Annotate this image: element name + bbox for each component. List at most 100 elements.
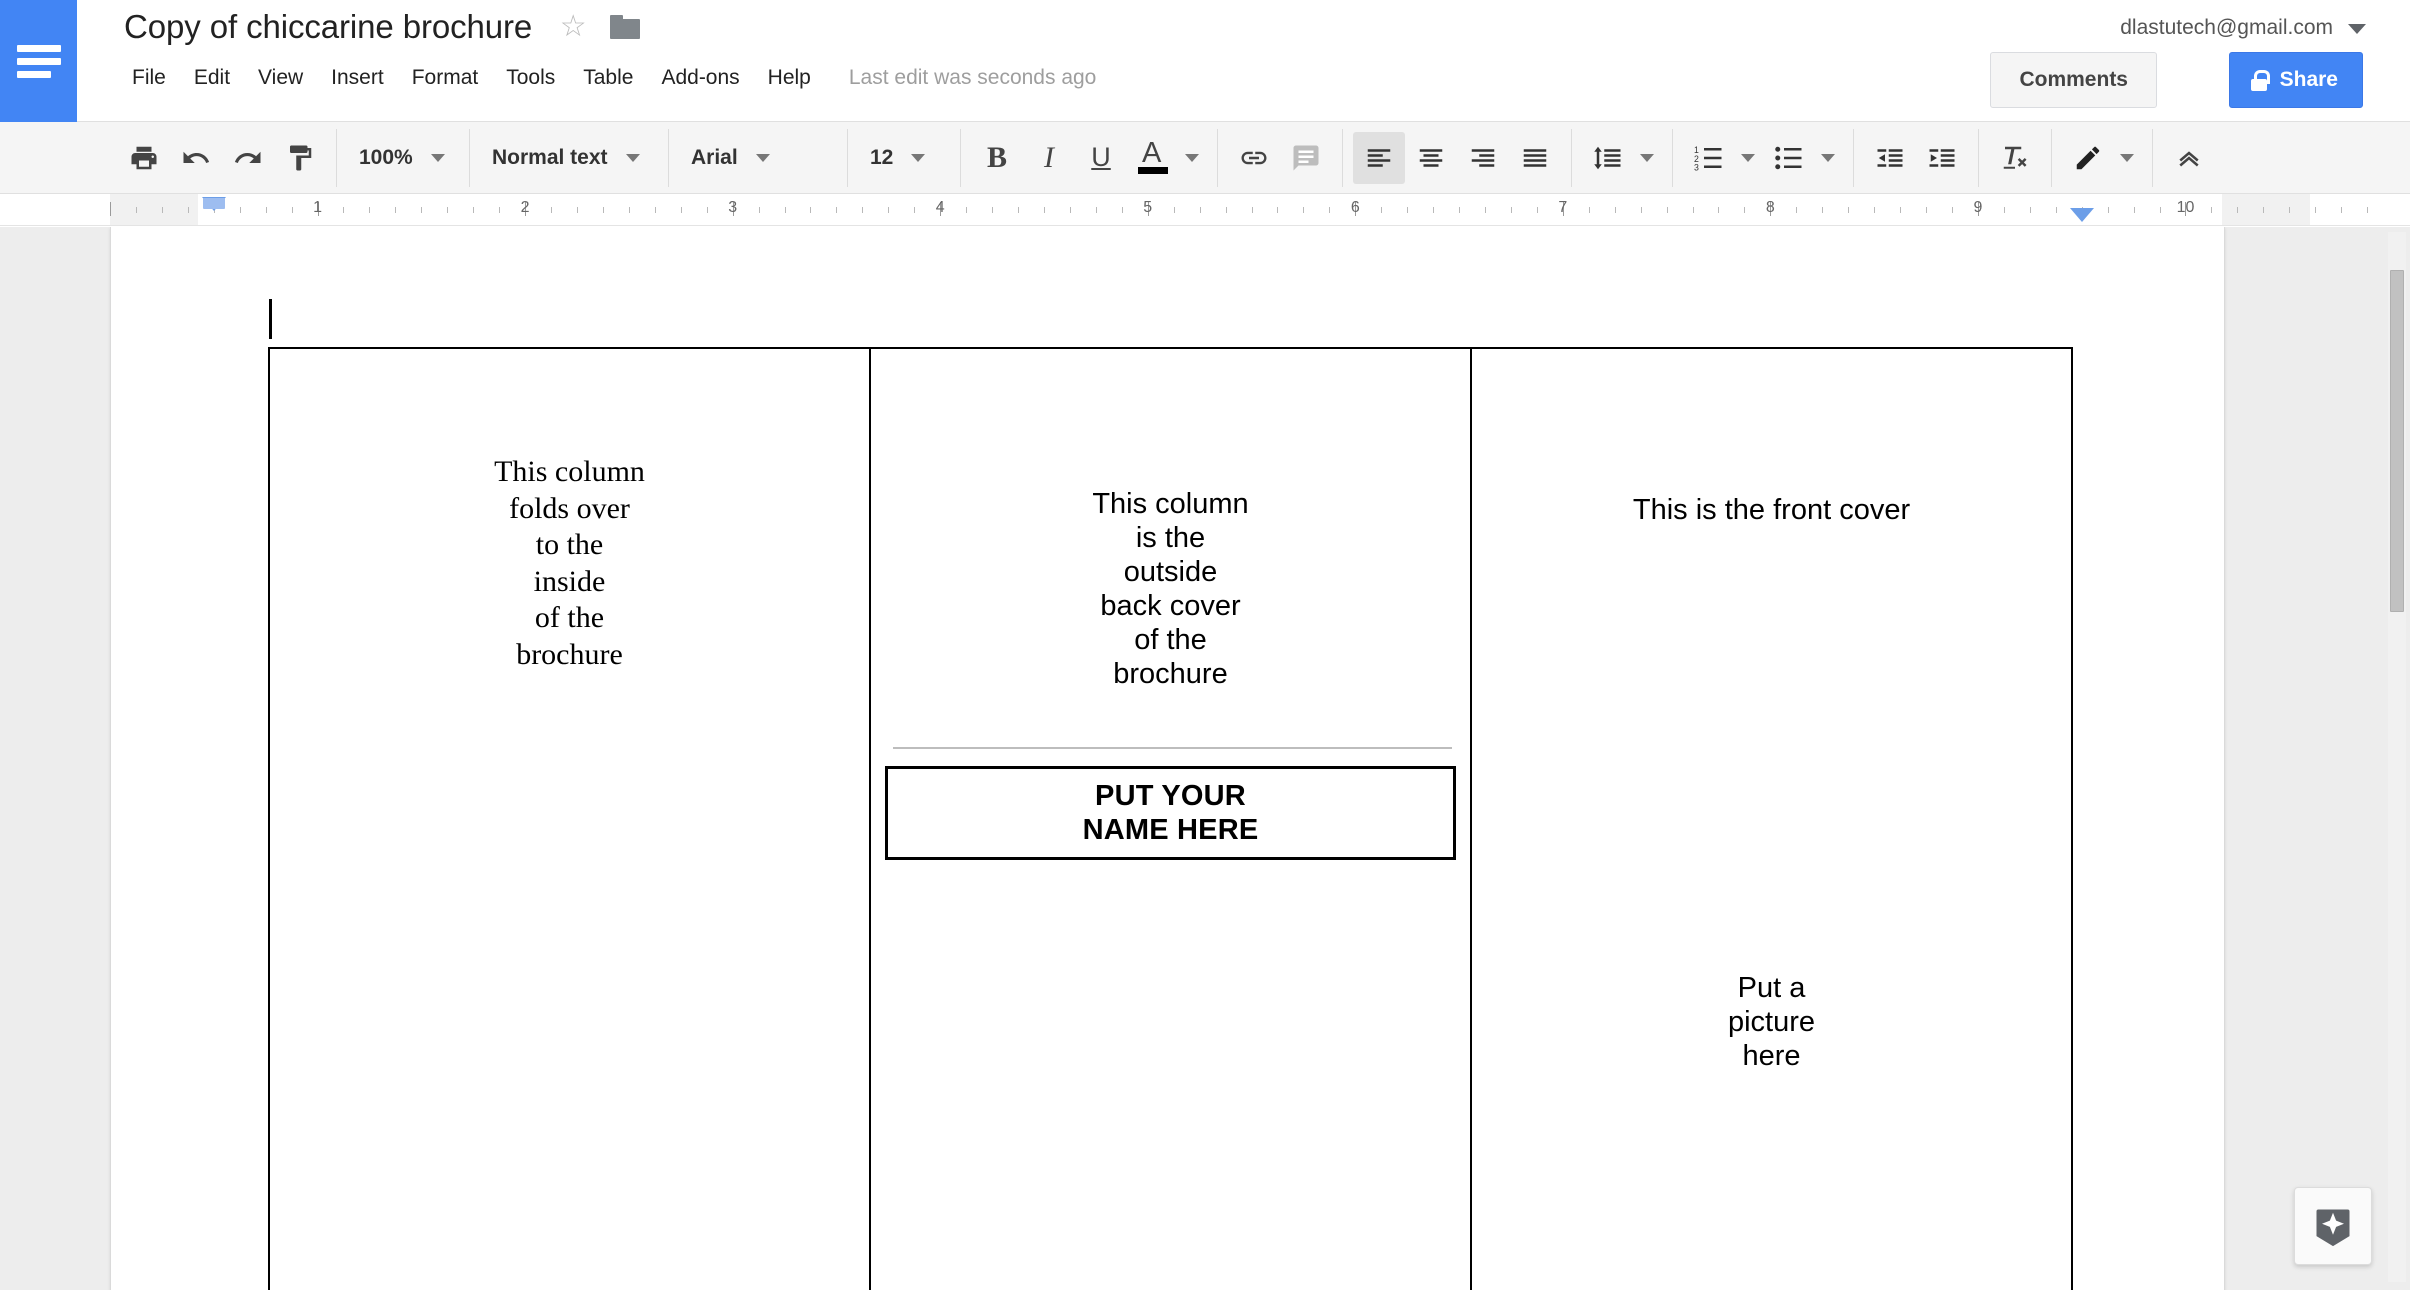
- add-comment-icon[interactable]: [1280, 132, 1332, 184]
- ruler-tick: [2055, 207, 2057, 213]
- numbered-list-icon[interactable]: 1 2 3: [1683, 132, 1735, 184]
- ruler-tick: [2211, 207, 2213, 213]
- ruler-tick: [369, 207, 371, 213]
- menu-item-add-ons[interactable]: Add-ons: [647, 62, 753, 94]
- text-line: back cover: [1100, 590, 1241, 623]
- ruler-tick: [1718, 207, 1720, 213]
- bold-button[interactable]: B: [971, 132, 1023, 184]
- google-docs-window: Copy of chiccarine brochure ☆ File Edit …: [0, 0, 2410, 1290]
- bulleted-list-icon[interactable]: [1763, 132, 1815, 184]
- ruler-number: 2: [520, 199, 530, 216]
- underline-button[interactable]: U: [1075, 132, 1127, 184]
- ruler-tick: [1459, 207, 1461, 213]
- align-center-icon[interactable]: [1405, 132, 1457, 184]
- ruler-tick: [836, 207, 838, 213]
- menu-item-table[interactable]: Table: [569, 62, 647, 94]
- explore-button[interactable]: [2294, 1187, 2372, 1265]
- chevron-down-icon[interactable]: [1741, 153, 1755, 162]
- ruler-tick: [2107, 207, 2109, 213]
- align-left-icon[interactable]: [1353, 131, 1405, 184]
- table-cell-front-cover[interactable]: This is the front cover Put a picture he…: [1472, 349, 2071, 1290]
- ruler-tick: [551, 207, 553, 213]
- document-canvas[interactable]: This column folds over to the inside of …: [0, 227, 2410, 1290]
- chevron-down-icon[interactable]: [1185, 153, 1199, 162]
- italic-icon: I: [1044, 140, 1054, 174]
- chevron-down-icon[interactable]: [2348, 24, 2366, 34]
- align-right-icon[interactable]: [1457, 132, 1509, 184]
- brochure-table[interactable]: This column folds over to the inside of …: [268, 347, 2073, 1290]
- paragraph-style-selector[interactable]: Normal text: [480, 132, 658, 184]
- text-line: picture: [1727, 1006, 1816, 1039]
- folder-icon[interactable]: [610, 15, 641, 39]
- toolbar-group-font-size: 12: [848, 128, 961, 187]
- link-icon[interactable]: [1228, 132, 1280, 184]
- print-icon[interactable]: [118, 132, 170, 184]
- vertical-scrollbar[interactable]: [2388, 232, 2406, 1282]
- text-line: brochure: [1113, 658, 1228, 691]
- ruler-tick: [1121, 207, 1123, 213]
- zoom-selector[interactable]: 100%: [347, 132, 459, 184]
- comments-button[interactable]: Comments: [1990, 52, 2157, 108]
- docs-home-button[interactable]: [0, 0, 77, 122]
- chevron-up-icon[interactable]: [2163, 132, 2215, 184]
- scrollbar-thumb[interactable]: [2390, 270, 2404, 612]
- pencil-icon[interactable]: [2062, 132, 2114, 184]
- menu-item-file[interactable]: File: [118, 62, 180, 94]
- decrease-indent-icon[interactable]: [1864, 132, 1916, 184]
- share-button[interactable]: Share: [2228, 52, 2363, 108]
- ruler-tick: [1251, 207, 1253, 213]
- name-placeholder-box[interactable]: PUT YOUR NAME HERE: [885, 766, 1456, 860]
- ruler-tick: [1900, 207, 1902, 213]
- chevron-down-icon: [625, 153, 640, 162]
- line-spacing-icon[interactable]: [1582, 132, 1634, 184]
- text-color-button[interactable]: A: [1127, 132, 1179, 184]
- ruler-tick: [862, 207, 864, 213]
- menu-item-format[interactable]: Format: [398, 62, 493, 94]
- menu-item-edit[interactable]: Edit: [180, 62, 244, 94]
- ruler-tick: [1095, 207, 1097, 213]
- document-title[interactable]: Copy of chiccarine brochure: [124, 8, 532, 46]
- right-indent-marker[interactable]: [2069, 208, 2094, 222]
- top-bar: Copy of chiccarine brochure ☆ File Edit …: [0, 0, 2410, 122]
- redo-icon[interactable]: [222, 132, 274, 184]
- star-icon[interactable]: ☆: [558, 12, 588, 42]
- table-cell-left-fold[interactable]: This column folds over to the inside of …: [270, 349, 871, 1290]
- font-size-selector[interactable]: 12: [858, 132, 950, 184]
- table-cell-back-cover[interactable]: This column is the outside back cover of…: [871, 349, 1472, 1290]
- clear-formatting-icon[interactable]: [1989, 132, 2041, 184]
- chevron-down-icon[interactable]: [1821, 153, 1835, 162]
- last-edit-status[interactable]: Last edit was seconds ago: [849, 66, 1097, 90]
- document-page[interactable]: This column folds over to the inside of …: [110, 227, 2225, 1290]
- ruler-tick: [1018, 207, 1020, 213]
- menu-item-tools[interactable]: Tools: [492, 62, 569, 94]
- chevron-down-icon[interactable]: [2120, 153, 2134, 162]
- ruler-tick: [395, 207, 397, 213]
- increase-indent-icon[interactable]: [1916, 132, 1968, 184]
- font-family-selector[interactable]: Arial: [679, 132, 837, 184]
- text-line: to the: [535, 528, 604, 562]
- ruler-tick: [1588, 207, 1590, 213]
- italic-button[interactable]: I: [1023, 132, 1075, 184]
- paint-format-icon[interactable]: [274, 132, 326, 184]
- align-justify-icon[interactable]: [1509, 132, 1561, 184]
- menu-item-view[interactable]: View: [244, 62, 317, 94]
- ruler-tick: [758, 207, 760, 213]
- ruler-tick: [706, 207, 708, 213]
- toolbar-group-edit-mode: [2052, 128, 2153, 187]
- ruler-tick: [1666, 207, 1668, 213]
- toolbar-group-font: Arial: [669, 128, 848, 187]
- chevron-down-icon[interactable]: [1640, 153, 1654, 162]
- ruler-tick: [1173, 207, 1175, 213]
- menu-item-help[interactable]: Help: [754, 62, 825, 94]
- ruler-tick: [1510, 207, 1512, 213]
- ruler-tick: [447, 207, 449, 213]
- undo-icon[interactable]: [170, 132, 222, 184]
- ruler-tick: [239, 207, 241, 213]
- account-email[interactable]: dlastutech@gmail.com: [2120, 16, 2333, 40]
- ruler-tick: [2315, 207, 2317, 213]
- ruler-tick: [291, 207, 293, 213]
- ruler-left-margin: [110, 194, 198, 225]
- left-indent-marker[interactable]: [201, 197, 226, 211]
- horizontal-ruler[interactable]: 1 2 3 4 5 6 7 8 9 10: [0, 194, 2410, 226]
- menu-item-insert[interactable]: Insert: [317, 62, 398, 94]
